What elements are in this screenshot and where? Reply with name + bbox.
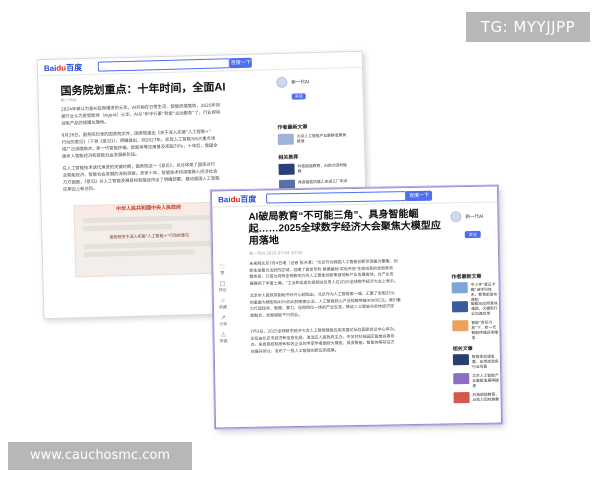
page-title: AI破局教育“不可能三角”、具身智能崛 起……2025全球数字经济大会聚焦大模型… [248, 208, 445, 247]
thumbnail [452, 320, 469, 332]
report-button[interactable]: ⚠ 举报 [218, 331, 228, 344]
search-button[interactable]: 百度一下 [229, 57, 252, 69]
share-button[interactable]: ↗ 分享 [218, 314, 228, 327]
logo-text-cn: 百度 [66, 63, 83, 73]
follow-button[interactable]: 关注 [464, 230, 481, 239]
article-meta: 新一代AI 2025-07-04 10:55 [249, 249, 303, 256]
strip-line [83, 249, 195, 258]
comment-button[interactable]: □ 评论 [218, 280, 228, 293]
top-bar: Baidu百度 百度一下 [37, 51, 362, 77]
strip-line [83, 240, 216, 250]
strip-caption: 国务院关于深入实施“人工智能+”行动的意见 [109, 232, 190, 240]
section-title-related: 相关文章 [452, 345, 473, 353]
paragraph-1: 2024年被认为是AI应用爆发的元年，AI开始在日常生活、智能终端落地，2025… [61, 101, 269, 127]
thumbnail [453, 373, 470, 385]
rec-title: 北京人工智能产业集群发展再提速 [296, 132, 347, 144]
avatar [276, 76, 288, 89]
watermark-tg: TG: MYYJJPP [466, 12, 590, 42]
author-name: 新一代AI [291, 79, 310, 86]
thumbnail [277, 133, 294, 146]
paragraph-3: 在人工智能技术迭代演进的关键时期，国务院这一《意见》，充分体现了国家对行 业智能… [62, 160, 271, 193]
rec-title: 具身智能机器人走进工厂车间 [297, 178, 348, 185]
section-title-latest: 作者最新文章 [451, 273, 482, 281]
paragraph-2: 8月26日，国务院印发的国务院文件，国务院提出《关于深入实施“人工智能+” 行动… [62, 127, 271, 160]
search-input[interactable] [97, 58, 230, 72]
list-item[interactable]: 科技赋能教育，AI助力因材施教 [278, 162, 349, 176]
rail-label: 分享 [219, 321, 228, 327]
search-button[interactable]: 百度一下 [405, 190, 433, 202]
article-meta: 新一代AI [60, 97, 77, 103]
list-item[interactable]: 北京人工智能产业集群发展再提速 [277, 132, 349, 146]
follow-button[interactable]: 关注 [291, 93, 306, 100]
logo-text-bai: Bai [43, 63, 57, 74]
list-item[interactable]: 科技赋能教育，AI助力因材施教 [453, 391, 501, 404]
baidu-logo[interactable]: Baidu百度 [44, 62, 83, 74]
paragraph-3: 7月3日，2025全球数字经济大会人工智能赋能应用发展论坛在国家会议中心举办。 … [250, 325, 446, 354]
title-line: 用落地 [248, 235, 279, 247]
list-item[interactable]: 破解AI应用落地难题，大模型行业加速应用 [451, 300, 499, 317]
rail-label: 收藏 [218, 304, 228, 310]
action-rail: ♡ 赞 □ 评论 ☆ 收藏 ↗ 分享 ⚠ 举报 [217, 263, 230, 348]
rail-label: 赞 [220, 270, 225, 276]
list-item[interactable]: 北京人工智能产业集群发展再提速 [453, 373, 500, 389]
gov-document-image: 中华人民共和国中央人民政府 国务院关于深入实施“人工智能+”行动的意见 [73, 201, 226, 278]
logo-text-bai: Bai [218, 195, 231, 205]
gov-header: 中华人民共和国中央人民政府 [74, 202, 223, 216]
search-input[interactable] [266, 191, 407, 204]
thumbnail [451, 282, 468, 294]
paragraph-2: 北京市人民政府副秘书长许心超指出，北京作为人工智能第一城，汇聚了全国35% 的备… [250, 289, 446, 318]
rec-title: 智能体加速发展，应用渗透各行业场景 [471, 353, 499, 369]
author-card[interactable]: 新一代AI [276, 76, 310, 89]
rec-title: 科技赋能教育，AI助力因材施教 [297, 162, 347, 174]
thumbnail [451, 301, 469, 313]
section-title-related: 相关推荐 [278, 154, 299, 162]
avatar [450, 211, 462, 223]
like-button[interactable]: ♡ 赞 [217, 263, 227, 276]
logo-text-cn: 百度 [240, 194, 257, 205]
list-item[interactable]: 智能“百花齐放”下，新一代智能终端迎来爆发 [452, 320, 499, 341]
author-name: 新一代AI [465, 214, 484, 220]
rail-label: 评论 [218, 287, 227, 293]
rec-title: 破解AI应用落地难题，大模型行业加速应用 [470, 300, 498, 317]
rec-title: 智能“百花齐放”下，新一代智能终端迎来爆发 [471, 319, 499, 340]
list-item[interactable]: 智能体加速发展，应用渗透各行业场景 [452, 353, 500, 370]
strip-line [83, 223, 172, 232]
list-item[interactable]: 中小学“登记卡确”进学科体系，教育部发布通知 [451, 281, 499, 303]
page-title: 国务院划重点：十年时间，全面AI [60, 81, 226, 98]
rec-title: 北京人工智能产业集群发展再提速 [472, 372, 499, 388]
strip-line [82, 214, 215, 224]
baidu-logo[interactable]: Baidu百度 [218, 194, 256, 206]
top-bar: Baidu百度 百度一下 [211, 186, 498, 208]
section-title-latest: 作者最新文章 [277, 124, 308, 132]
favorite-button[interactable]: ☆ 收藏 [218, 297, 228, 310]
thumbnail [278, 163, 295, 176]
thumbnail [453, 392, 470, 404]
watermark-url: www.cauchosmc.com [8, 442, 192, 470]
article-screenshot-2: Baidu百度 百度一下 ♡ 赞 □ 评论 ☆ 收藏 ↗ 分享 ⚠ 举报 AI破局教育“不… [210, 185, 503, 429]
rail-label: 举报 [219, 338, 228, 344]
author-card[interactable]: 新一代AI [450, 211, 483, 223]
rec-title: 中小学“登记卡确”进学科体系，教育部发布通知 [470, 281, 498, 303]
paragraph-1: 未来网北京7月4日电（记者 张冰清）“北京作为我国人工智能创新资源最为聚集、创 … [249, 257, 445, 286]
rec-title: 科技赋能教育，AI助力因材施教 [472, 391, 500, 402]
thumbnail [452, 354, 470, 366]
logo-text-du: du [56, 63, 67, 73]
logo-text-du: du [230, 195, 241, 205]
